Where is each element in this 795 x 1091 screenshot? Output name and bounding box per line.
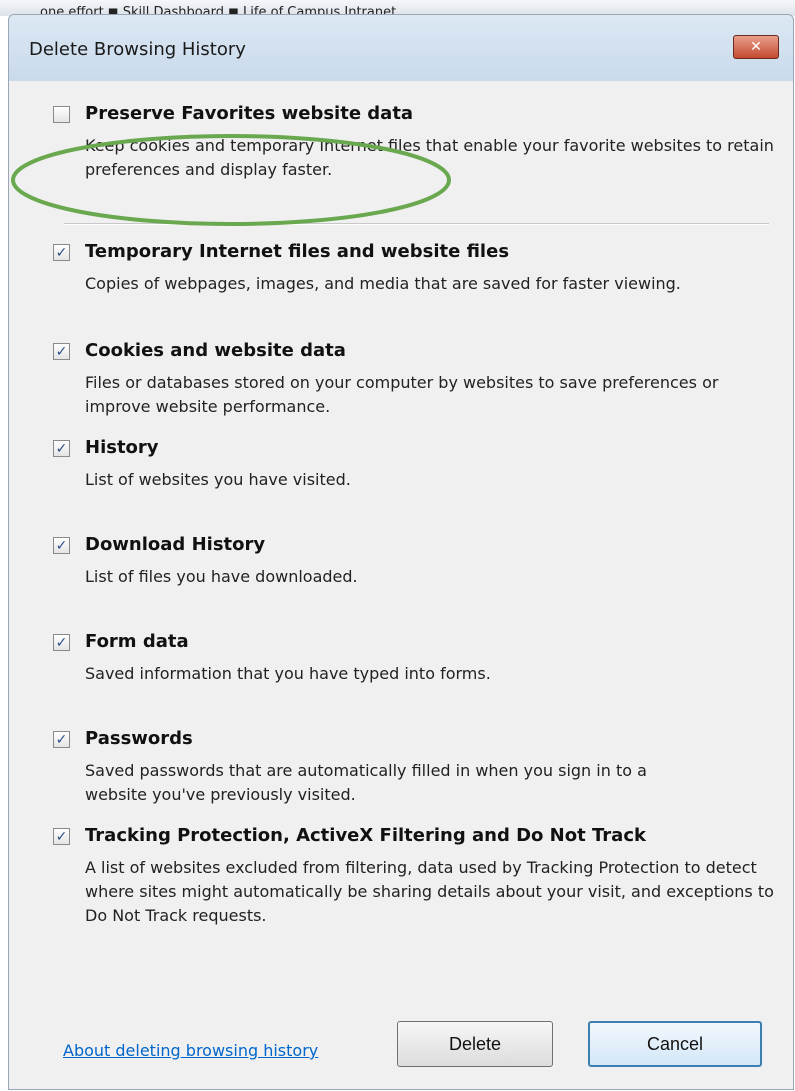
option-description: Files or databases stored on your comput… <box>85 373 719 416</box>
delete-browsing-history-dialog: Delete Browsing History ✕ Preserve Favor… <box>8 14 794 1090</box>
checkbox-tracking-protection[interactable]: ✓ <box>53 828 70 845</box>
option-description: List of websites you have visited. <box>85 470 351 489</box>
checkmark-icon: ✓ <box>55 635 68 651</box>
checkmark-icon: ✓ <box>55 829 68 845</box>
checkmark-icon: ✓ <box>55 245 68 261</box>
option-label: Preserve Favorites website data <box>85 103 414 124</box>
option-label: Passwords <box>85 728 193 749</box>
checkbox-download-history[interactable]: ✓ <box>53 537 70 554</box>
option-label: Form data <box>85 631 189 652</box>
checkbox-history[interactable]: ✓ <box>53 440 70 457</box>
divider <box>64 223 769 225</box>
dialog-content: Preserve Favorites website data Keep coo… <box>9 81 793 1089</box>
option-label: History <box>85 437 159 458</box>
checkbox-cookies[interactable]: ✓ <box>53 343 70 360</box>
option-label: Download History <box>85 534 266 555</box>
cancel-button[interactable]: Cancel <box>588 1021 762 1067</box>
close-icon: ✕ <box>750 39 762 55</box>
checkbox-passwords[interactable]: ✓ <box>53 731 70 748</box>
delete-button[interactable]: Delete <box>397 1021 553 1067</box>
option-description: Saved information that you have typed in… <box>85 664 491 683</box>
option-label: Temporary Internet files and website fil… <box>85 241 510 262</box>
option-description: Keep cookies and temporary Internet file… <box>85 136 774 179</box>
about-deleting-history-link[interactable]: About deleting browsing history <box>63 1041 318 1060</box>
option-label: Tracking Protection, ActiveX Filtering a… <box>85 825 646 846</box>
dialog-title: Delete Browsing History <box>29 39 246 60</box>
option-label: Cookies and website data <box>85 340 346 361</box>
close-button[interactable]: ✕ <box>733 35 779 59</box>
checkmark-icon: ✓ <box>55 732 68 748</box>
checkmark-icon: ✓ <box>55 538 68 554</box>
option-description: Saved passwords that are automatically f… <box>85 761 647 804</box>
checkbox-preserve-favorites[interactable] <box>53 106 70 123</box>
checkbox-temporary-internet-files[interactable]: ✓ <box>53 244 70 261</box>
checkbox-form-data[interactable]: ✓ <box>53 634 70 651</box>
option-description: List of files you have downloaded. <box>85 567 358 586</box>
checkmark-icon: ✓ <box>55 441 68 457</box>
checkmark-icon: ✓ <box>55 344 68 360</box>
option-description: A list of websites excluded from filteri… <box>85 858 774 925</box>
titlebar: Delete Browsing History ✕ <box>9 15 793 81</box>
option-description: Copies of webpages, images, and media th… <box>85 274 681 293</box>
